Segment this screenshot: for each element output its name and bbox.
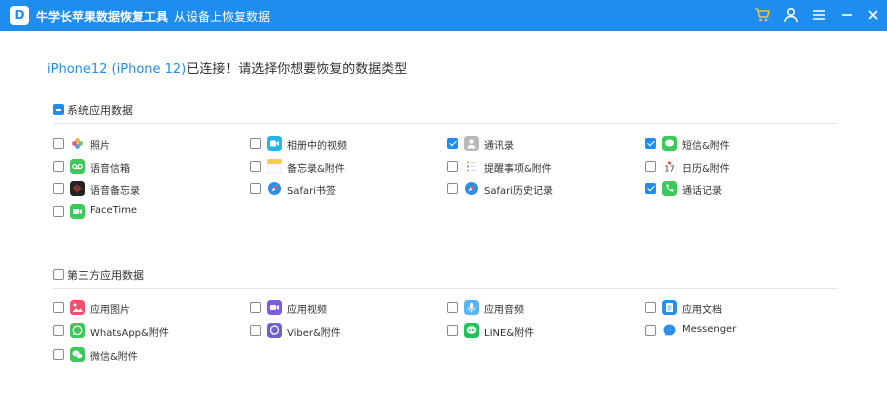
app-audio-icon <box>464 300 479 315</box>
item-checkbox[interactable] <box>645 183 656 194</box>
system-section-label: 系统应用数据 <box>67 104 133 117</box>
system-section-checkbox[interactable] <box>53 104 64 115</box>
wechat-icon <box>70 347 85 362</box>
item-checkbox[interactable] <box>645 302 656 313</box>
line-icon <box>464 323 479 338</box>
item-checkbox[interactable] <box>53 138 64 149</box>
third-party-section-label: 第三方应用数据 <box>67 269 144 282</box>
item-checkbox[interactable] <box>250 138 261 149</box>
minimize-icon[interactable] <box>838 6 856 24</box>
item-checkbox[interactable] <box>447 302 458 313</box>
item-checkbox[interactable] <box>53 206 64 217</box>
item-checkbox[interactable] <box>250 325 261 336</box>
item-checkbox[interactable] <box>250 302 261 313</box>
calendar-icon: ● 17 <box>662 159 677 174</box>
app-video-icon <box>267 300 282 315</box>
item-checkbox[interactable] <box>645 138 656 149</box>
facetime-icon <box>70 204 85 219</box>
cart-icon[interactable] <box>753 6 771 24</box>
item-checkbox[interactable] <box>447 325 458 336</box>
messages-icon <box>662 136 677 151</box>
svg-text:17: 17 <box>664 165 674 174</box>
voice-memos-icon <box>70 181 85 196</box>
window-subtitle: 从设备上恢复数据 <box>174 10 271 24</box>
title-bar: D 牛学长苹果数据恢复工具 - 从设备上恢复数据 <box>0 0 887 31</box>
item-checkbox[interactable] <box>53 302 64 313</box>
menu-icon[interactable] <box>810 6 828 24</box>
item-checkbox[interactable] <box>447 161 458 172</box>
reminders-icon <box>464 159 479 174</box>
photos-icon <box>70 136 85 151</box>
whatsapp-icon <box>70 323 85 338</box>
voicemail-icon <box>70 159 85 174</box>
safari-icon <box>267 181 282 196</box>
item-checkbox[interactable] <box>53 161 64 172</box>
phone-icon <box>662 181 677 196</box>
app-docs-icon <box>662 300 677 315</box>
item-checkbox[interactable] <box>53 183 64 194</box>
safari-history-icon <box>464 181 479 196</box>
device-name: iPhone12 (iPhone 12) <box>47 62 187 77</box>
close-icon[interactable] <box>864 6 882 24</box>
app-title: 牛学长苹果数据恢复工具 <box>36 10 169 24</box>
app-photos-icon <box>70 300 85 315</box>
notes-icon <box>267 159 282 174</box>
connection-status: iPhone12 (iPhone 12)已连接！请选择你想要恢复的数据类型 <box>47 58 407 77</box>
user-icon[interactable] <box>782 6 800 24</box>
contacts-icon <box>464 136 479 151</box>
item-checkbox[interactable] <box>53 325 64 336</box>
third-party-section-checkbox[interactable] <box>53 269 64 280</box>
title-separator: - <box>160 8 165 22</box>
album-video-icon <box>267 136 282 151</box>
item-checkbox[interactable] <box>645 325 656 336</box>
item-checkbox[interactable] <box>53 349 64 360</box>
viber-icon <box>267 323 282 338</box>
system-section-header: 系统应用数据 <box>53 102 838 124</box>
item-checkbox[interactable] <box>645 161 656 172</box>
item-checkbox[interactable] <box>447 183 458 194</box>
app-logo: D <box>10 6 29 25</box>
item-checkbox[interactable] <box>447 138 458 149</box>
messenger-icon <box>662 323 677 338</box>
item-checkbox[interactable] <box>250 161 261 172</box>
third-party-section-header: 第三方应用数据 <box>53 267 838 289</box>
status-message: 已连接！请选择你想要恢复的数据类型 <box>186 62 408 77</box>
item-checkbox[interactable] <box>250 183 261 194</box>
